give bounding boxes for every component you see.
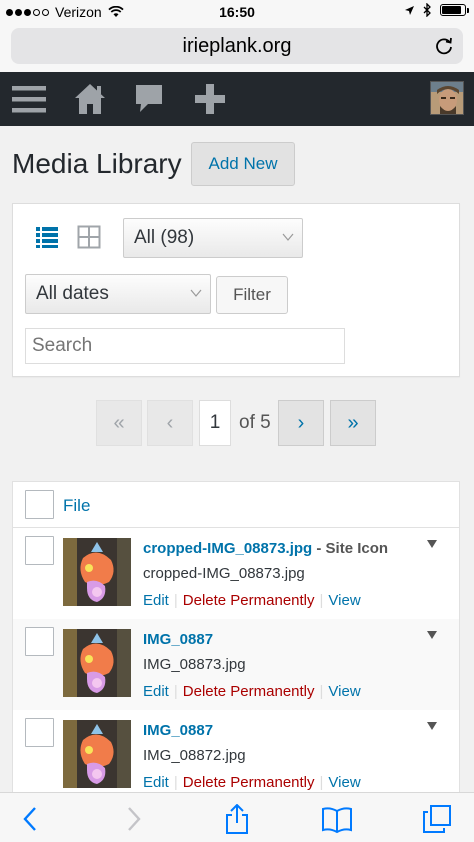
chevron-down-icon bbox=[190, 289, 202, 297]
tabs-icon[interactable] bbox=[422, 804, 452, 834]
battery-icon bbox=[440, 4, 469, 16]
browser-chrome: irieplank.org bbox=[0, 24, 474, 72]
row-actions: Edit | Delete Permanently | View bbox=[143, 683, 361, 700]
media-thumbnail[interactable] bbox=[63, 538, 131, 606]
media-title[interactable]: IMG_0887 bbox=[143, 631, 213, 648]
table-row: IMG_0887 IMG_08873.jpg Edit | Delete Perma… bbox=[13, 619, 459, 710]
table-header: File bbox=[13, 482, 459, 528]
table-row: cropped-IMG_08873.jpg - Site Icon croppe… bbox=[13, 528, 459, 619]
prev-page-button: ‹ bbox=[147, 400, 193, 446]
row-actions: Edit | Delete Permanently | View bbox=[143, 592, 361, 609]
separator: | bbox=[173, 592, 178, 609]
avatar-image bbox=[431, 82, 463, 114]
separator: | bbox=[319, 592, 324, 609]
media-filename: IMG_08873.jpg bbox=[143, 656, 246, 673]
search-input[interactable] bbox=[25, 328, 345, 364]
url-bar[interactable]: irieplank.org bbox=[11, 28, 463, 64]
toggle-row-icon[interactable] bbox=[427, 631, 437, 639]
date-select[interactable]: All dates bbox=[25, 274, 211, 314]
delete-permanently-link[interactable]: Delete Permanently bbox=[183, 592, 315, 609]
media-table: File cropped-IMG_08873.jpg - Site Icon c… bbox=[12, 481, 460, 799]
share-icon[interactable] bbox=[222, 804, 252, 834]
toggle-row-icon[interactable] bbox=[427, 540, 437, 548]
user-avatar[interactable] bbox=[430, 81, 464, 115]
page-total: of 5 bbox=[239, 412, 271, 433]
current-page-input[interactable]: 1 bbox=[199, 400, 231, 446]
status-right bbox=[404, 3, 469, 17]
bookmarks-icon[interactable] bbox=[322, 804, 352, 834]
reload-icon[interactable] bbox=[433, 35, 455, 57]
media-filename: IMG_08872.jpg bbox=[143, 747, 246, 764]
separator: | bbox=[173, 683, 178, 700]
media-title[interactable]: cropped-IMG_08873.jpg bbox=[143, 540, 312, 557]
date-select-value: All dates bbox=[36, 283, 109, 304]
edit-link[interactable]: Edit bbox=[143, 592, 169, 609]
media-title[interactable]: IMG_0887 bbox=[143, 722, 213, 739]
forward-icon bbox=[128, 807, 141, 831]
wp-admin-bar bbox=[0, 72, 474, 126]
separator: | bbox=[319, 774, 324, 791]
media-state: - Site Icon bbox=[312, 540, 389, 557]
delete-permanently-link[interactable]: Delete Permanently bbox=[183, 683, 315, 700]
media-title-link[interactable]: IMG_0887 bbox=[143, 631, 213, 648]
view-link[interactable]: View bbox=[328, 592, 360, 609]
ios-status-bar: Verizon 16:50 bbox=[0, 0, 474, 24]
add-new-button[interactable]: Add New bbox=[191, 142, 295, 186]
media-thumbnail[interactable] bbox=[63, 720, 131, 788]
row-checkbox[interactable] bbox=[25, 718, 54, 747]
media-title-link[interactable]: cropped-IMG_08873.jpg - Site Icon bbox=[143, 540, 388, 557]
new-content-icon[interactable] bbox=[193, 82, 227, 116]
url-text: irieplank.org bbox=[182, 35, 292, 57]
edit-link[interactable]: Edit bbox=[143, 774, 169, 791]
row-actions: Edit | Delete Permanently | View bbox=[143, 774, 361, 791]
next-page-button[interactable]: › bbox=[278, 400, 324, 446]
separator: | bbox=[173, 774, 178, 791]
browser-toolbar bbox=[0, 792, 474, 842]
edit-link[interactable]: Edit bbox=[143, 683, 169, 700]
back-icon[interactable] bbox=[16, 804, 46, 834]
first-page-button: « bbox=[96, 400, 142, 446]
comments-icon[interactable] bbox=[132, 82, 166, 116]
column-file-header[interactable]: File bbox=[63, 496, 90, 516]
toggle-row-icon[interactable] bbox=[427, 722, 437, 730]
list-view-icon[interactable] bbox=[35, 225, 59, 249]
grid-view-icon[interactable] bbox=[77, 225, 101, 249]
location-arrow-icon bbox=[405, 5, 414, 15]
media-type-select[interactable]: All (98) bbox=[123, 218, 303, 258]
view-link[interactable]: View bbox=[328, 774, 360, 791]
page-title: Media Library bbox=[12, 148, 182, 179]
bluetooth-icon bbox=[423, 3, 431, 17]
last-page-button[interactable]: » bbox=[330, 400, 376, 446]
view-link[interactable]: View bbox=[328, 683, 360, 700]
delete-permanently-link[interactable]: Delete Permanently bbox=[183, 774, 315, 791]
menu-icon[interactable] bbox=[12, 82, 46, 116]
separator: | bbox=[319, 683, 324, 700]
media-thumbnail[interactable] bbox=[63, 629, 131, 697]
home-icon[interactable] bbox=[73, 82, 107, 116]
media-filter-panel: All (98) All dates Filter bbox=[12, 203, 460, 377]
select-all-checkbox[interactable] bbox=[25, 490, 54, 519]
media-filename: cropped-IMG_08873.jpg bbox=[143, 565, 305, 582]
row-checkbox[interactable] bbox=[25, 536, 54, 565]
media-title-link[interactable]: IMG_0887 bbox=[143, 722, 213, 739]
table-row: IMG_0887 IMG_08872.jpg Edit | Delete Perma… bbox=[13, 710, 459, 798]
status-time: 16:50 bbox=[219, 4, 255, 20]
chevron-down-icon bbox=[282, 233, 294, 241]
media-type-value: All (98) bbox=[134, 227, 195, 248]
filter-button[interactable]: Filter bbox=[216, 276, 288, 314]
row-checkbox[interactable] bbox=[25, 627, 54, 656]
